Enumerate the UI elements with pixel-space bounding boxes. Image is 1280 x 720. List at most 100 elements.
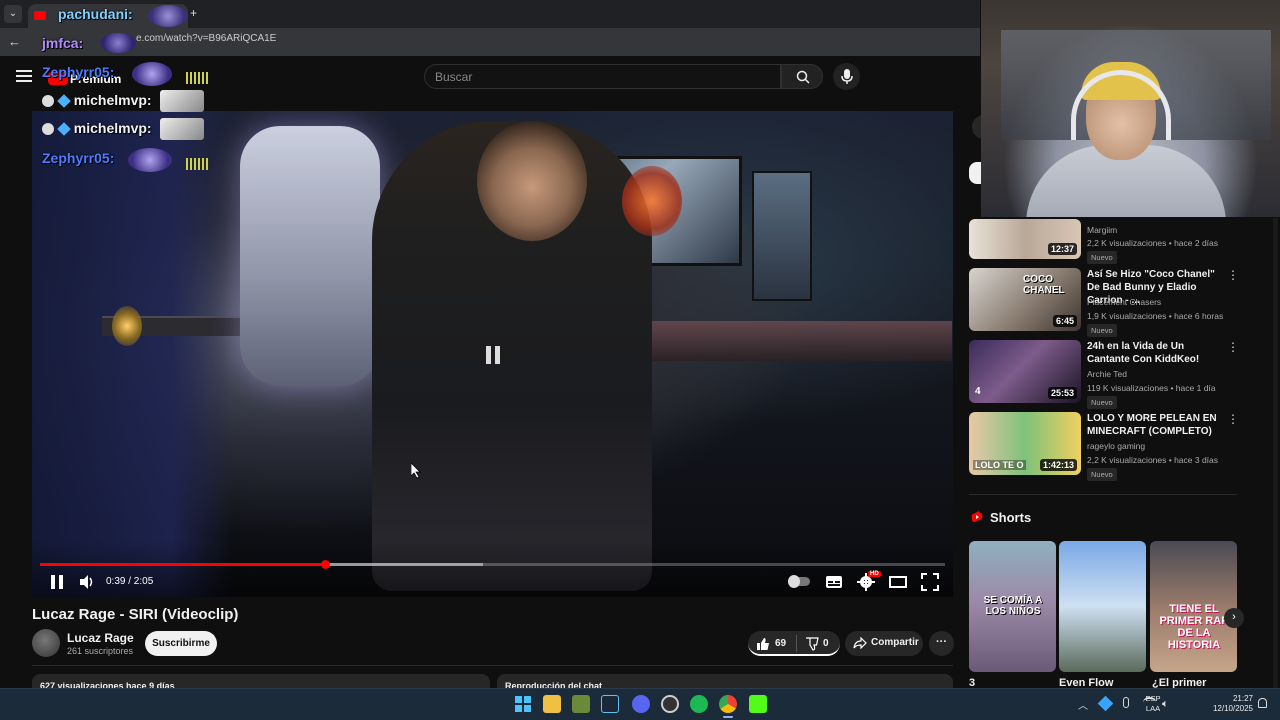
autoplay-toggle[interactable]	[788, 575, 810, 588]
keyboard-layout: LAA	[1145, 704, 1161, 713]
search-icon	[796, 70, 810, 84]
recommendation-meta: 119 K visualizaciones • hace 1 día	[1087, 383, 1216, 393]
kick-icon[interactable]	[749, 695, 767, 713]
center-pause-icon[interactable]	[477, 339, 509, 371]
short-overlay-text: SE COMÍA A LOS NIÑOS	[983, 595, 1043, 617]
recommendation-thumbnail[interactable]: 12:37	[969, 219, 1081, 259]
language-indicator[interactable]: ESP LAA	[1144, 694, 1162, 714]
chat-overlay-line: Zephyrr05:	[42, 150, 114, 166]
chat-user: Zephyrr05:	[42, 64, 115, 80]
clock[interactable]: 21:27 12/10/2025	[1205, 694, 1253, 714]
chat-overlay-line: pachudani:	[42, 6, 133, 22]
more-options-icon[interactable]: ⋮	[1227, 412, 1239, 426]
video-title: Lucaz Rage - SIRI (Videoclip)	[32, 606, 239, 623]
video-duration: 25:53	[1047, 387, 1077, 399]
shorts-logo-icon	[971, 511, 983, 522]
spotify-icon[interactable]	[690, 695, 708, 713]
mouse-cursor-icon	[411, 463, 421, 479]
chat-emote-icon	[148, 5, 188, 27]
video-scene-head	[477, 121, 587, 241]
new-tab-button[interactable]: +	[190, 6, 197, 20]
badge-icon	[42, 123, 54, 136]
recommendation-title[interactable]: LOLO Y MORE PELEAN EN MINECRAFT (COMPLET…	[1087, 412, 1217, 438]
channel-name[interactable]: Lucaz Rage	[67, 631, 134, 645]
hamburger-menu-icon[interactable]	[16, 70, 32, 82]
video-duration: 6:45	[1052, 315, 1077, 327]
obs-icon[interactable]	[661, 695, 679, 713]
microphone-tray-icon[interactable]	[1123, 697, 1129, 708]
back-icon[interactable]: ←	[8, 34, 21, 49]
more-options-icon[interactable]: ⋮	[1227, 340, 1239, 354]
chat-user: michelmvp:	[73, 92, 152, 108]
recommendation-meta: 2,2 K visualizaciones • hace 2 días	[1087, 238, 1219, 248]
channel-avatar[interactable]	[32, 629, 60, 657]
recommendation-thumbnail[interactable]: 4 25:53	[969, 340, 1081, 403]
shorts-heading: Shorts	[990, 510, 1032, 525]
subscriber-count: 261 suscriptores	[67, 646, 134, 656]
recommendation-item[interactable]: 4 25:53 24h en la Vida de Un Cantante Co…	[969, 340, 1239, 409]
short-thumbnail[interactable]: TIENE EL PRIMER RAP DE LA HISTORIA	[1150, 541, 1237, 672]
tray-chevron-icon[interactable]: ︿	[1078, 697, 1088, 712]
search-input[interactable]: Buscar	[424, 64, 781, 89]
recommendation-thumbnail[interactable]: LOLO TE O 1:42:13	[969, 412, 1081, 475]
discord-icon[interactable]	[632, 695, 650, 713]
steam-icon[interactable]	[601, 695, 619, 713]
video-scene-poster	[240, 126, 380, 386]
hd-badge: HD	[868, 571, 881, 577]
url-field[interactable]: e.com/watch?v=B96ARiQCA1E	[136, 33, 276, 44]
subtitles-icon[interactable]	[825, 573, 843, 591]
volume-icon[interactable]	[78, 573, 96, 591]
video-scene-monitor-2	[752, 171, 812, 301]
notification-bell-icon[interactable]	[1258, 698, 1267, 708]
new-badge: Nuevo	[1087, 251, 1117, 264]
fullscreen-icon[interactable]	[921, 573, 939, 591]
recommendation-channel: rageylo gaming	[1087, 441, 1146, 451]
recommendation-item[interactable]: COCO CHANEL 6:45 Así Se Hizo "Coco Chane…	[969, 268, 1239, 337]
recommendation-item[interactable]: LOLO TE O 1:42:13 LOLO Y MORE PELEAN EN …	[969, 412, 1239, 481]
scrub-handle[interactable]	[321, 560, 330, 569]
shorts-next-button[interactable]: ›	[1224, 608, 1244, 628]
like-count: 69	[775, 638, 787, 649]
thumbnail-text: COCO CHANEL	[1023, 274, 1065, 296]
chat-user: jmfca:	[42, 35, 84, 51]
more-actions-button[interactable]: ···	[929, 631, 954, 656]
chrome-icon[interactable]	[719, 695, 737, 713]
search-button[interactable]	[781, 64, 823, 89]
info-divider	[32, 665, 953, 666]
theater-mode-icon[interactable]	[889, 573, 907, 591]
short-thumbnail[interactable]	[1059, 541, 1146, 672]
player-gradient	[32, 540, 953, 597]
webcam-overlay	[981, 0, 1280, 217]
voice-search-button[interactable]	[833, 63, 860, 90]
chat-user: Zephyrr05:	[42, 150, 115, 166]
recommendation-channel: Archie Ted	[1087, 369, 1128, 379]
pause-icon[interactable]	[48, 573, 66, 591]
file-explorer-icon[interactable]	[543, 695, 561, 713]
recommendation-thumbnail[interactable]: COCO CHANEL 6:45	[969, 268, 1081, 331]
recommendation-channel: Placement Chasers	[1087, 297, 1162, 307]
like-icon[interactable]	[756, 637, 770, 651]
microphone-icon	[841, 69, 853, 84]
minecraft-icon[interactable]	[572, 695, 590, 713]
chat-overlay-line: Zephyrr05:	[42, 64, 114, 80]
like-divider	[796, 635, 797, 652]
tab-list-button[interactable]: ⌄	[4, 5, 22, 23]
more-options-icon[interactable]: ⋮	[1227, 268, 1239, 282]
diamond-badge-icon	[57, 94, 71, 109]
dislike-icon[interactable]	[805, 637, 819, 651]
subscribe-button[interactable]: Suscribirme	[145, 631, 217, 656]
volume-tray-icon[interactable]: 🔈︎	[1162, 698, 1169, 711]
chat-overlay-line: michelmvp:	[42, 92, 152, 109]
scrollbar[interactable]	[1273, 218, 1278, 688]
language-code: ESP	[1145, 694, 1161, 703]
recommendation-channel: Margiim	[1087, 225, 1118, 235]
share-button[interactable]: Compartir	[845, 631, 923, 656]
clock-time: 21:27	[1232, 694, 1253, 703]
progress-played	[40, 563, 325, 566]
new-badge: Nuevo	[1087, 468, 1117, 481]
windows-start-icon[interactable]	[515, 696, 531, 712]
recommendation-title[interactable]: 24h en la Vida de Un Cantante Con KiddKe…	[1087, 340, 1217, 366]
time-display: 0:39 / 2:05	[106, 576, 154, 587]
short-thumbnail[interactable]: SE COMÍA A LOS NIÑOS	[969, 541, 1056, 672]
share-icon	[853, 637, 867, 649]
